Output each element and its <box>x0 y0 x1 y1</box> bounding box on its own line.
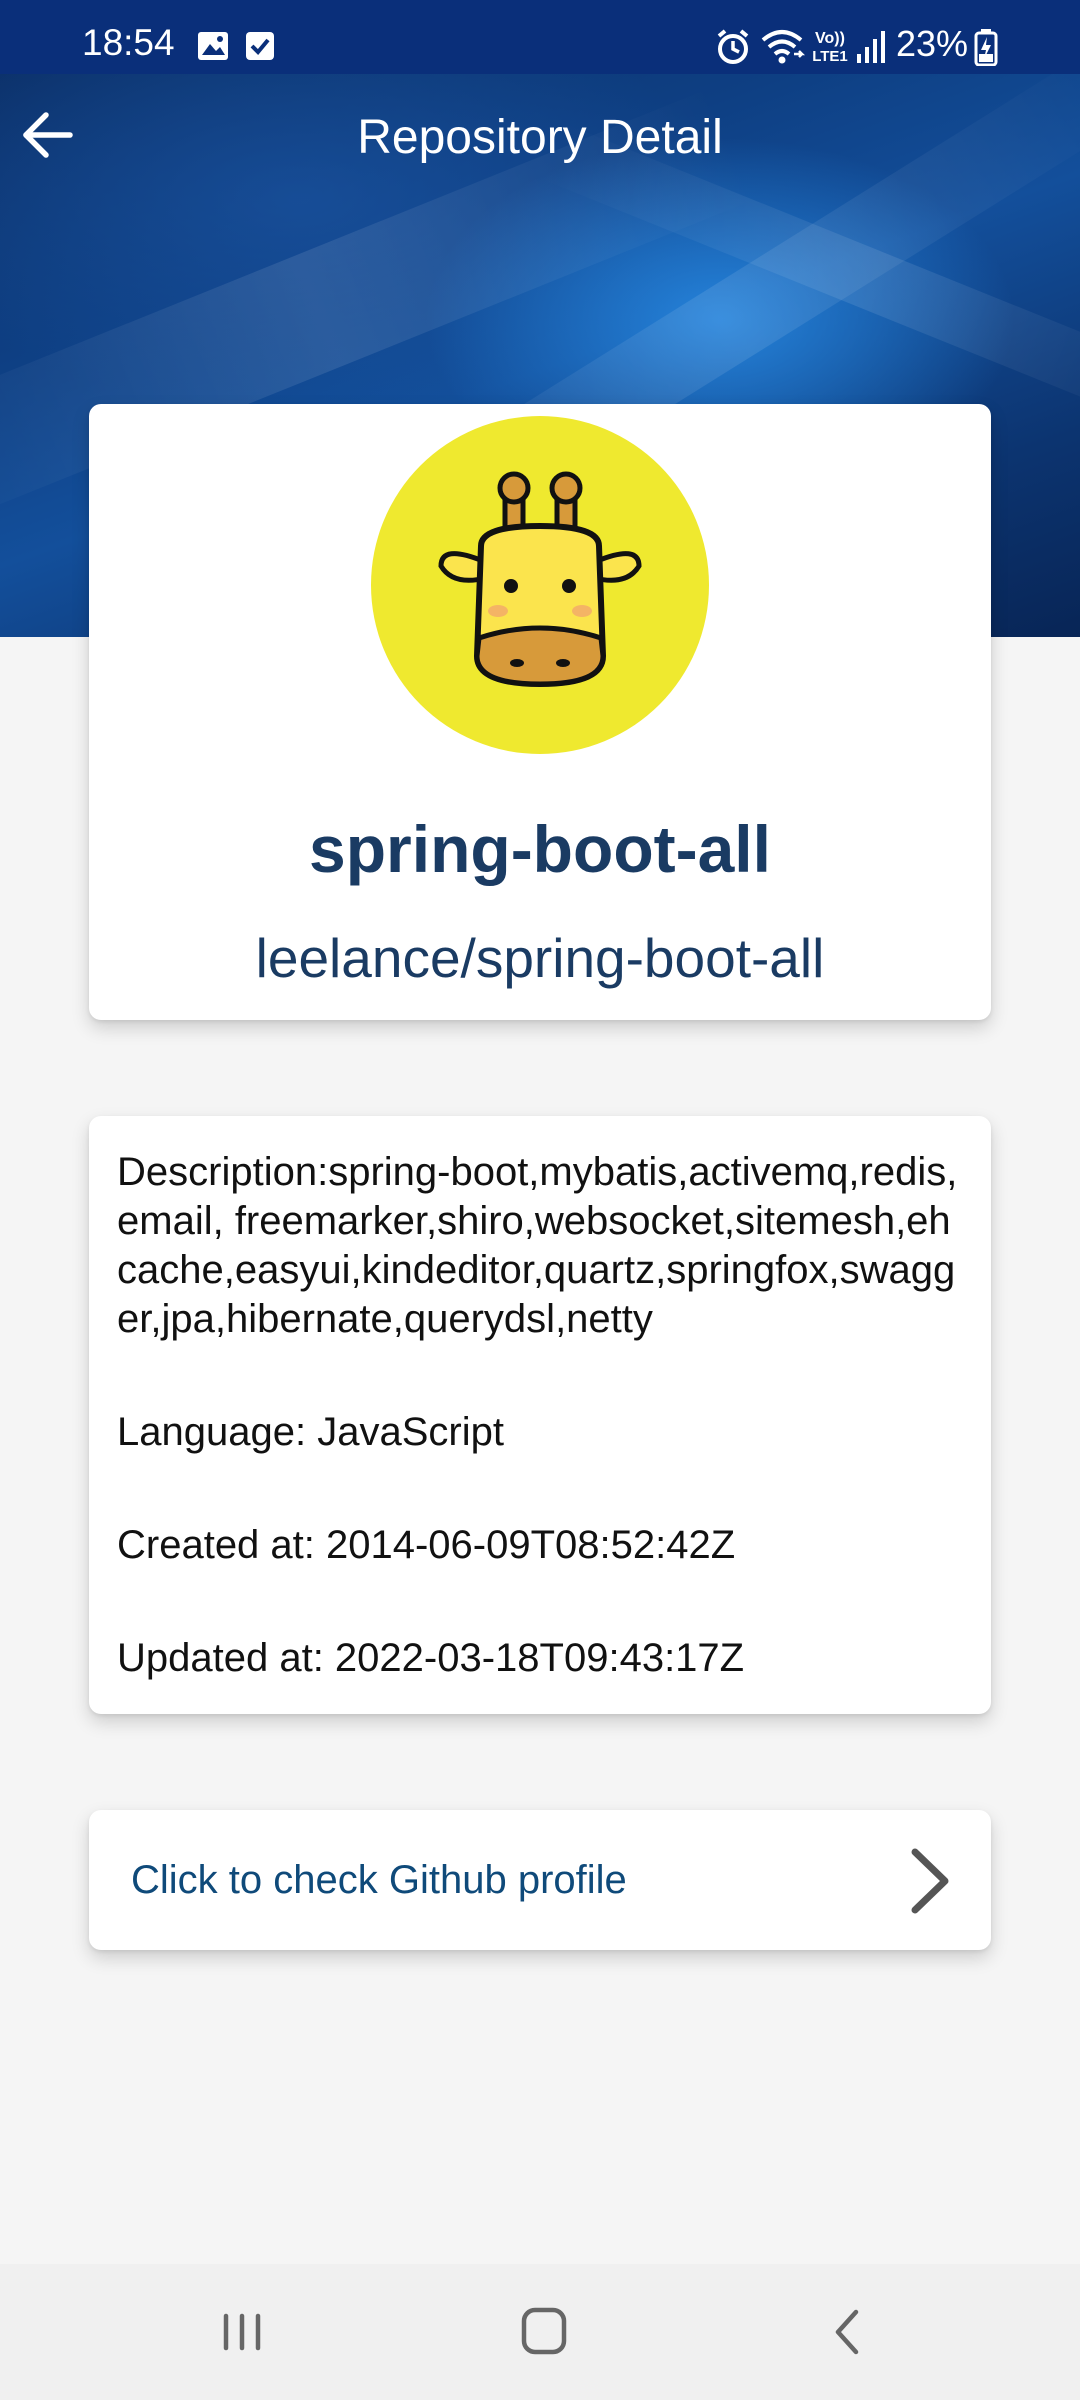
alarm-icon <box>714 28 752 71</box>
github-profile-link[interactable]: Click to check Github profile <box>89 1810 991 1950</box>
repository-name: spring-boot-all <box>309 812 771 886</box>
repository-created-at: Created at: 2014-06-09T08:52:42Z <box>117 1523 736 1567</box>
avatar <box>371 416 709 754</box>
recent-apps-icon[interactable] <box>202 2302 282 2362</box>
check-box-icon <box>244 30 276 67</box>
repository-language: Language: JavaScript <box>117 1410 504 1454</box>
home-icon[interactable] <box>504 2302 584 2362</box>
repository-full-name: leelance/spring-boot-all <box>255 927 825 989</box>
status-bar: 18:54 Vo)) LTE1 23% <box>0 0 1080 74</box>
repository-info-card: Description:spring-boot,mybatis,activemq… <box>89 1116 991 1714</box>
system-navigation-bar <box>0 2264 1080 2400</box>
wifi-calling-icon <box>760 28 806 71</box>
signal-icon <box>856 30 888 69</box>
battery-percentage: 23% <box>896 23 969 64</box>
repository-description: Description:spring-boot,mybatis,activemq… <box>117 1150 958 1341</box>
giraffe-avatar-icon <box>438 471 642 688</box>
github-profile-link-label: Click to check Github profile <box>131 1858 627 1902</box>
svg-text:LTE1: LTE1 <box>812 48 848 65</box>
repository-updated-at: Updated at: 2022-03-18T09:43:17Z <box>117 1636 745 1680</box>
page-title: Repository Detail <box>357 111 723 164</box>
volte-icon: Vo)) LTE1 <box>808 26 852 71</box>
back-icon[interactable] <box>808 2302 888 2362</box>
svg-text:Vo)): Vo)) <box>815 30 845 47</box>
repository-header-card: spring-boot-all leelance/spring-boot-all <box>89 404 991 1020</box>
battery-charging-icon <box>974 28 998 71</box>
status-time: 18:54 <box>82 22 175 63</box>
image-icon <box>196 30 230 67</box>
chevron-right-icon <box>901 1846 961 1916</box>
